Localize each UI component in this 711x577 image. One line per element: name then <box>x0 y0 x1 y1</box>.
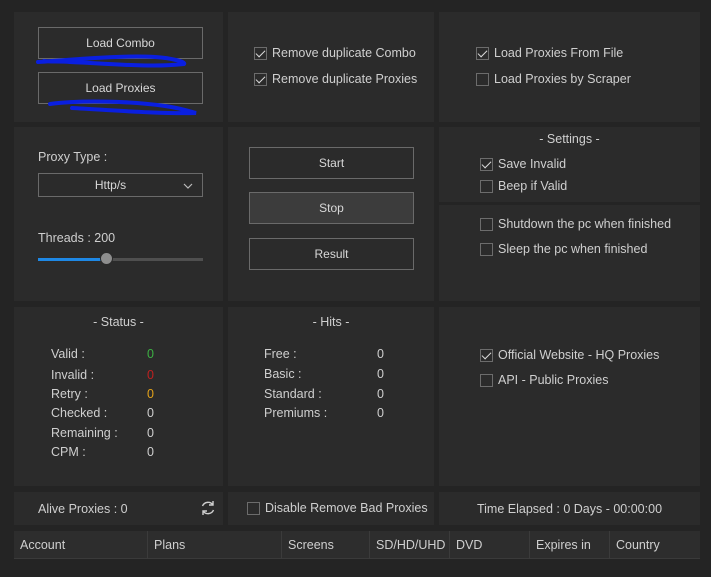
save-invalid-label: Save Invalid <box>498 157 567 171</box>
check-icon <box>480 348 493 362</box>
proxy-type-label: Proxy Type : <box>38 150 108 164</box>
column-expires-in[interactable]: Expires in <box>530 531 610 559</box>
remove-duplicate-proxies-checkbox[interactable]: Remove duplicate Proxies <box>254 72 417 86</box>
disable-remove-bad-proxies-label: Disable Remove Bad Proxies <box>265 501 428 515</box>
check-icon <box>480 157 493 171</box>
load-proxies-by-scraper-label: Load Proxies by Scraper <box>494 72 631 86</box>
column-sd-hd-uhd[interactable]: SD/HD/UHD <box>370 531 450 559</box>
result-button[interactable]: Result <box>249 238 414 270</box>
status-value: 0 <box>147 445 154 459</box>
refresh-icon[interactable] <box>199 499 217 517</box>
slider-thumb[interactable] <box>100 252 113 265</box>
status-title: - Status - <box>93 315 144 329</box>
checkbox-square <box>480 242 493 256</box>
official-website-label: Official Website - HQ Proxies <box>498 348 660 362</box>
hits-label: Free : <box>264 347 297 361</box>
status-value: 0 <box>147 426 154 440</box>
column-dvd[interactable]: DVD <box>450 531 530 559</box>
settings-title: - Settings - <box>539 132 600 146</box>
hits-label: Standard : <box>264 387 322 401</box>
load-proxies-from-file-checkbox[interactable]: Load Proxies From File <box>476 46 623 60</box>
check-icon <box>254 72 267 86</box>
stop-button[interactable]: Stop <box>249 192 414 224</box>
sleep-checkbox[interactable]: Sleep the pc when finished <box>480 242 647 256</box>
beep-if-valid-checkbox[interactable]: Beep if Valid <box>480 179 567 193</box>
sleep-label: Sleep the pc when finished <box>498 242 648 256</box>
column-country[interactable]: Country <box>610 531 700 559</box>
shutdown-label: Shutdown the pc when finished <box>498 217 672 231</box>
status-panel <box>14 307 223 486</box>
status-label: Valid : <box>51 347 85 361</box>
column-plans[interactable]: Plans <box>148 531 282 559</box>
checkbox-square <box>480 179 493 193</box>
hits-value: 0 <box>377 347 384 361</box>
dedupe-panel <box>228 12 434 122</box>
column-account[interactable]: Account <box>14 531 148 559</box>
remove-duplicate-combo-label: Remove duplicate Combo <box>272 46 416 60</box>
hits-value: 0 <box>377 406 384 420</box>
check-icon <box>476 46 489 60</box>
alive-proxies-label: Alive Proxies : 0 <box>38 502 128 516</box>
proxy-api-panel <box>439 307 700 486</box>
official-website-checkbox[interactable]: Official Website - HQ Proxies <box>480 348 659 362</box>
hits-value: 0 <box>377 367 384 381</box>
status-label: CPM : <box>51 445 86 459</box>
load-proxies-by-scraper-checkbox[interactable]: Load Proxies by Scraper <box>476 72 631 86</box>
checkbox-square <box>247 501 260 515</box>
shutdown-checkbox[interactable]: Shutdown the pc when finished <box>480 217 671 231</box>
time-elapsed-label: Time Elapsed : 0 Days - 00:00:00 <box>476 502 663 516</box>
threads-slider[interactable] <box>38 252 203 266</box>
load-combo-button[interactable]: Load Combo <box>38 27 203 59</box>
load-proxies-from-file-label: Load Proxies From File <box>494 46 624 60</box>
load-proxies-button[interactable]: Load Proxies <box>38 72 203 104</box>
check-icon <box>254 46 267 60</box>
status-value: 0 <box>147 406 154 420</box>
hits-label: Premiums : <box>264 406 328 420</box>
hits-value: 0 <box>377 387 384 401</box>
proxy-source-panel <box>439 12 700 122</box>
beep-if-valid-label: Beep if Valid <box>498 179 568 193</box>
status-label: Remaining : <box>51 426 118 440</box>
chevron-down-icon <box>183 183 193 189</box>
save-invalid-checkbox[interactable]: Save Invalid <box>480 157 566 171</box>
remove-duplicate-combo-checkbox[interactable]: Remove duplicate Combo <box>254 46 416 60</box>
threads-label: Threads : 200 <box>38 231 116 245</box>
slider-fill <box>38 258 106 261</box>
checkbox-square <box>480 373 493 387</box>
proxy-type-select[interactable]: Http/s <box>38 173 203 197</box>
start-button[interactable]: Start <box>249 147 414 179</box>
disable-remove-bad-proxies-checkbox[interactable]: Disable Remove Bad Proxies <box>247 501 428 515</box>
hits-label: Basic : <box>264 367 302 381</box>
status-label: Checked : <box>51 406 108 420</box>
status-label: Retry : <box>51 387 88 401</box>
checkbox-square <box>476 72 489 86</box>
status-label: Invalid : <box>51 368 95 382</box>
remove-duplicate-proxies-label: Remove duplicate Proxies <box>272 72 418 86</box>
hits-title: - Hits - <box>312 315 350 329</box>
api-public-proxies-checkbox[interactable]: API - Public Proxies <box>480 373 608 387</box>
status-value: 0 <box>147 368 154 382</box>
results-table-header: Account Plans Screens SD/HD/UHD DVD Expi… <box>14 531 700 559</box>
column-screens[interactable]: Screens <box>282 531 370 559</box>
status-value: 0 <box>147 387 154 401</box>
checkbox-square <box>480 217 493 231</box>
status-value: 0 <box>147 347 154 361</box>
proxy-type-value: Http/s <box>94 178 127 192</box>
api-public-proxies-label: API - Public Proxies <box>498 373 609 387</box>
hits-panel <box>228 307 434 486</box>
